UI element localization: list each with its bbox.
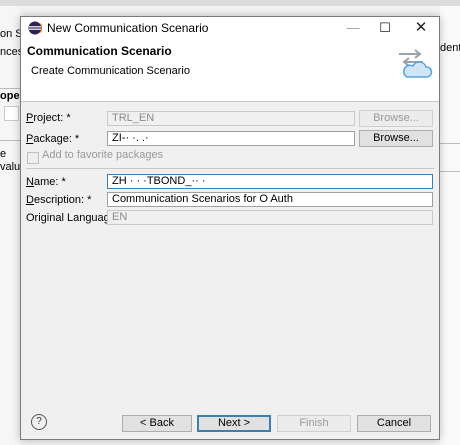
language-label: Original Language: <box>26 212 119 224</box>
wizard-header: Communication Scenario Create Communicat… <box>21 39 439 101</box>
project-browse-button[interactable]: Browse... <box>359 110 433 127</box>
bg-divider <box>0 88 20 89</box>
header-title: Communication Scenario <box>27 44 172 58</box>
bg-divider-right-2 <box>440 171 460 172</box>
header-subtitle: Create Communication Scenario <box>31 65 190 77</box>
minimize-button[interactable]: — <box>339 19 367 37</box>
bg-fragment-4: e <box>0 148 7 160</box>
ide-left-panel <box>0 6 20 445</box>
bg-divider-2 <box>0 140 20 141</box>
favorite-checkbox[interactable] <box>27 152 39 164</box>
bg-fragment-5: valu <box>0 161 21 173</box>
eclipse-icon <box>28 21 42 35</box>
package-field[interactable]: ZI-· ·. .· <box>107 131 355 146</box>
package-label: Package: * <box>26 133 80 145</box>
name-label: Name: * <box>26 176 66 188</box>
description-label: Description: * <box>26 194 92 206</box>
description-field[interactable]: Communication Scenarios for O Auth <box>107 192 433 207</box>
project-field: TRL_EN <box>107 111 355 126</box>
finish-button[interactable]: Finish <box>277 415 351 432</box>
cancel-button[interactable]: Cancel <box>357 415 431 432</box>
language-field: EN <box>107 210 433 225</box>
bg-toolbar-button <box>4 106 19 121</box>
maximize-button[interactable]: ☐ <box>371 19 399 37</box>
dialog-title: New Communication Scenario <box>47 21 209 35</box>
name-field[interactable]: ZH · · ·TBOND_·· · <box>107 174 433 189</box>
wizard-content: Project: * TRL_EN Browse... Package: * Z… <box>21 102 439 407</box>
bg-divider-right <box>440 143 460 144</box>
ide-top-bar <box>0 0 460 6</box>
back-button[interactable]: < Back <box>122 415 192 432</box>
wizard-footer: ? < Back Next > Finish Cancel <box>21 407 439 439</box>
help-icon[interactable]: ? <box>31 414 47 430</box>
favorite-label: Add to favorite packages <box>42 149 164 161</box>
title-bar[interactable]: New Communication Scenario — ☐ ✕ <box>21 17 439 39</box>
bg-fragment-right: dent <box>440 42 460 54</box>
next-button[interactable]: Next > <box>197 415 271 432</box>
ide-right-panel <box>440 6 460 445</box>
new-communication-scenario-dialog: New Communication Scenario — ☐ ✕ Communi… <box>20 16 440 440</box>
package-browse-button[interactable]: Browse... <box>359 130 433 147</box>
close-button[interactable]: ✕ <box>407 19 435 37</box>
form-separator <box>26 168 434 169</box>
project-label: Project: * <box>26 112 71 124</box>
communication-cloud-icon <box>399 49 433 78</box>
